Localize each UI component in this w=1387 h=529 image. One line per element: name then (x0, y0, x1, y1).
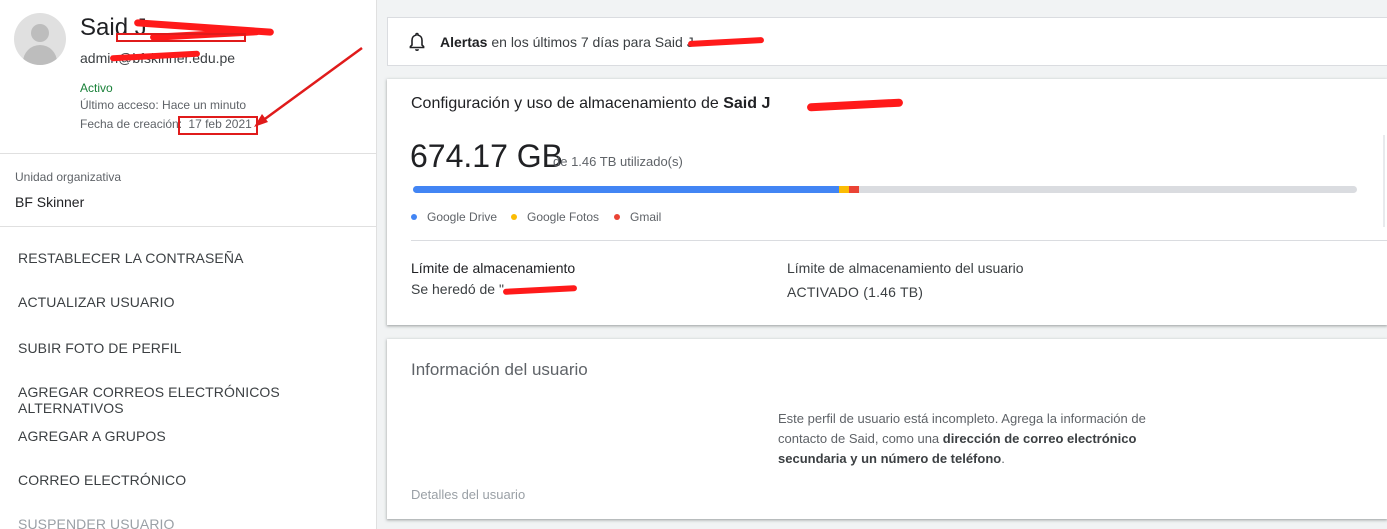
storage-title: Configuración y uso de almacenamiento de… (411, 95, 770, 113)
storage-limit-inherited: Se heredó de " (411, 281, 504, 297)
add-to-groups-button[interactable]: AGREGAR A GRUPOS (18, 428, 166, 444)
usage-segment-gmail (849, 186, 859, 193)
storage-usage-bar (413, 186, 1357, 193)
scrollbar[interactable] (1383, 135, 1385, 227)
alerts-text: Alertas en los últimos 7 días para Said … (440, 34, 694, 50)
admin-user-page: Said J admin@bfskinner.edu.pe Activo Últ… (0, 0, 1387, 529)
alerts-period: en los últimos 7 días para Said J (491, 34, 694, 50)
redaction-mark (687, 37, 765, 47)
storage-limit-label: Límite de almacenamiento (411, 260, 576, 276)
bell-icon (409, 32, 425, 51)
divider (0, 153, 376, 154)
legend-label: Gmail (630, 210, 662, 224)
legend-label: Google Fotos (527, 210, 600, 224)
usage-segment-google-drive (413, 186, 839, 193)
org-unit-label: Unidad organizativa (15, 170, 122, 184)
profile-incomplete-message: Este perfil de usuario está incompleto. … (778, 409, 1198, 469)
reset-password-button[interactable]: RESTABLECER LA CONTRASEÑA (18, 250, 244, 266)
storage-used-of-total: de 1.46 TB utilizado(s) (553, 154, 683, 169)
email-button[interactable]: CORREO ELECTRÓNICO (18, 472, 186, 488)
user-info-title: Información del usuario (411, 360, 588, 379)
legend-dot (614, 214, 620, 220)
storage-used-amount: 674.17 GB (410, 138, 563, 174)
user-storage-limit-label: Límite de almacenamiento del usuario (787, 260, 1024, 276)
legend-gmail: Gmail (614, 210, 661, 224)
add-alternate-emails-button[interactable]: AGREGAR CORREOS ELECTRÓNICOS ALTERNATIVO… (18, 384, 376, 416)
info-msg-end: . (1001, 451, 1005, 466)
upload-profile-photo-button[interactable]: SUBIR FOTO DE PERFIL (18, 340, 182, 356)
user-info-card: Información del usuario Este perfil de u… (387, 339, 1387, 519)
redaction-mark (806, 98, 904, 112)
user-details-link[interactable]: Detalles del usuario (411, 487, 525, 502)
legend-dot (511, 214, 517, 220)
legend-google-drive: Google Drive (411, 210, 497, 224)
alerts-bar[interactable]: Alertas en los últimos 7 días para Said … (387, 17, 1387, 66)
org-unit-value: BF Skinner (15, 194, 85, 210)
storage-title-name: Said J (723, 95, 771, 112)
annotation-arrow (254, 46, 363, 127)
usage-segment-google-fotos (839, 186, 849, 193)
alerts-strong: Alertas (440, 34, 488, 50)
legend-google-fotos: Google Fotos (511, 210, 599, 224)
redaction-mark (502, 285, 578, 295)
storage-card: Configuración y uso de almacenamiento de… (387, 79, 1387, 325)
legend-dot (411, 214, 417, 220)
storage-title-prefix: Configuración y uso de almacenamiento de (411, 95, 719, 112)
storage-limit-inherited-text: Se heredó de " (411, 281, 504, 297)
suspend-user-button[interactable]: SUSPENDER USUARIO (18, 516, 175, 529)
update-user-button[interactable]: ACTUALIZAR USUARIO (18, 294, 175, 310)
divider (411, 240, 1387, 241)
legend-label: Google Drive (427, 210, 498, 224)
user-storage-limit-value[interactable]: ACTIVADO (1.46 TB) (787, 284, 923, 300)
divider (0, 226, 376, 227)
